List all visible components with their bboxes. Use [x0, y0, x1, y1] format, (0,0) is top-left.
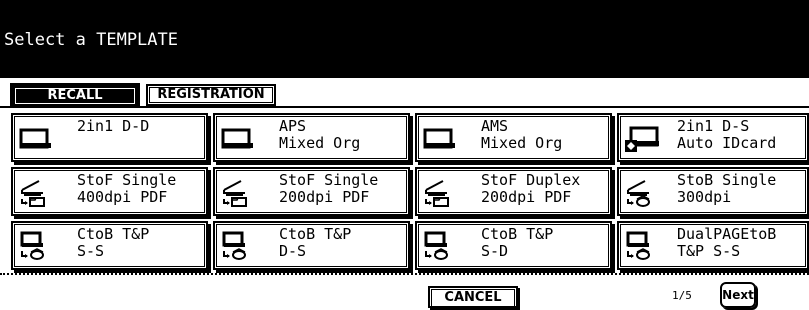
- template-label-line1: StoF Duplex: [481, 171, 581, 189]
- divider: [0, 106, 809, 108]
- template-button-5[interactable]: StoF Single 400dpi PDF: [11, 167, 208, 216]
- template-button-8[interactable]: StoB Single 300dpi: [617, 167, 809, 216]
- template-label-line2: Auto IDcard: [677, 134, 777, 152]
- cancel-button[interactable]: CANCEL: [428, 286, 518, 308]
- template-label-line1: DualPAGEtoB: [677, 225, 777, 243]
- title-bar: Select a TEMPLATE: [0, 0, 809, 78]
- template-label-line2: D-S: [279, 242, 307, 260]
- template-label-line2: Mixed Org: [279, 134, 361, 152]
- page-title: Select a TEMPLATE: [4, 30, 178, 50]
- copy-to-box-icon: [222, 231, 246, 260]
- template-button-2[interactable]: APS Mixed Org: [213, 113, 410, 162]
- template-label-line2: 400dpi PDF: [77, 188, 168, 206]
- template-label-line1: StoB Single: [677, 171, 777, 189]
- template-button-6[interactable]: StoF Single 200dpi PDF: [213, 167, 410, 216]
- template-label-line1: StoF Single: [279, 171, 379, 189]
- template-button-7[interactable]: StoF Duplex 200dpi PDF: [415, 167, 612, 216]
- next-button[interactable]: Next: [720, 282, 756, 308]
- template-label-line1: 2in1 D-D: [77, 117, 150, 135]
- tab-registration[interactable]: REGISTRATION: [146, 84, 276, 106]
- copy-to-box-icon: [424, 231, 448, 260]
- template-label-line1: CtoB T&P: [481, 225, 554, 243]
- template-label-line2: T&P S-S: [677, 242, 741, 260]
- copy-to-box-icon: [626, 231, 650, 260]
- template-button-10[interactable]: CtoB T&P D-S: [213, 221, 410, 270]
- template-label-line2: S-S: [77, 242, 105, 260]
- template-label-line2: S-D: [481, 242, 509, 260]
- template-button-11[interactable]: CtoB T&P S-D: [415, 221, 612, 270]
- copy-to-box-icon: [20, 231, 44, 260]
- template-button-1[interactable]: 2in1 D-D: [11, 113, 208, 162]
- template-label-line1: StoF Single: [77, 171, 177, 189]
- scan-to-folder-icon: [223, 180, 247, 207]
- template-button-3[interactable]: AMS Mixed Org: [415, 113, 612, 162]
- scan-to-box-icon: [627, 180, 650, 207]
- page-indicator: 1/5: [672, 289, 692, 302]
- template-label-line2: Mixed Org: [481, 134, 563, 152]
- template-button-9[interactable]: CtoB T&P S-S: [11, 221, 208, 270]
- template-label-line2: 300dpi: [677, 188, 732, 206]
- template-label-line1: APS: [279, 117, 307, 135]
- template-label-line1: 2in1 D-S: [677, 117, 750, 135]
- template-label-line1: AMS: [481, 117, 509, 135]
- copy-icon: [19, 128, 51, 149]
- copy-icon: [423, 128, 455, 149]
- template-label-line2: 200dpi PDF: [481, 188, 572, 206]
- scan-to-folder-icon: [21, 180, 45, 207]
- scan-to-folder-icon: [425, 180, 449, 207]
- template-label-line2: 200dpi PDF: [279, 188, 370, 206]
- copy-icon: [221, 128, 253, 149]
- template-label-line1: CtoB T&P: [279, 225, 352, 243]
- template-button-4[interactable]: 2in1 D-S Auto IDcard: [617, 113, 809, 162]
- tab-recall[interactable]: RECALL: [10, 83, 140, 107]
- template-button-12[interactable]: DualPAGEtoB T&P S-S: [617, 221, 809, 270]
- copy-icon: [625, 126, 659, 152]
- footer-divider: [0, 273, 809, 275]
- template-label-line1: CtoB T&P: [77, 225, 150, 243]
